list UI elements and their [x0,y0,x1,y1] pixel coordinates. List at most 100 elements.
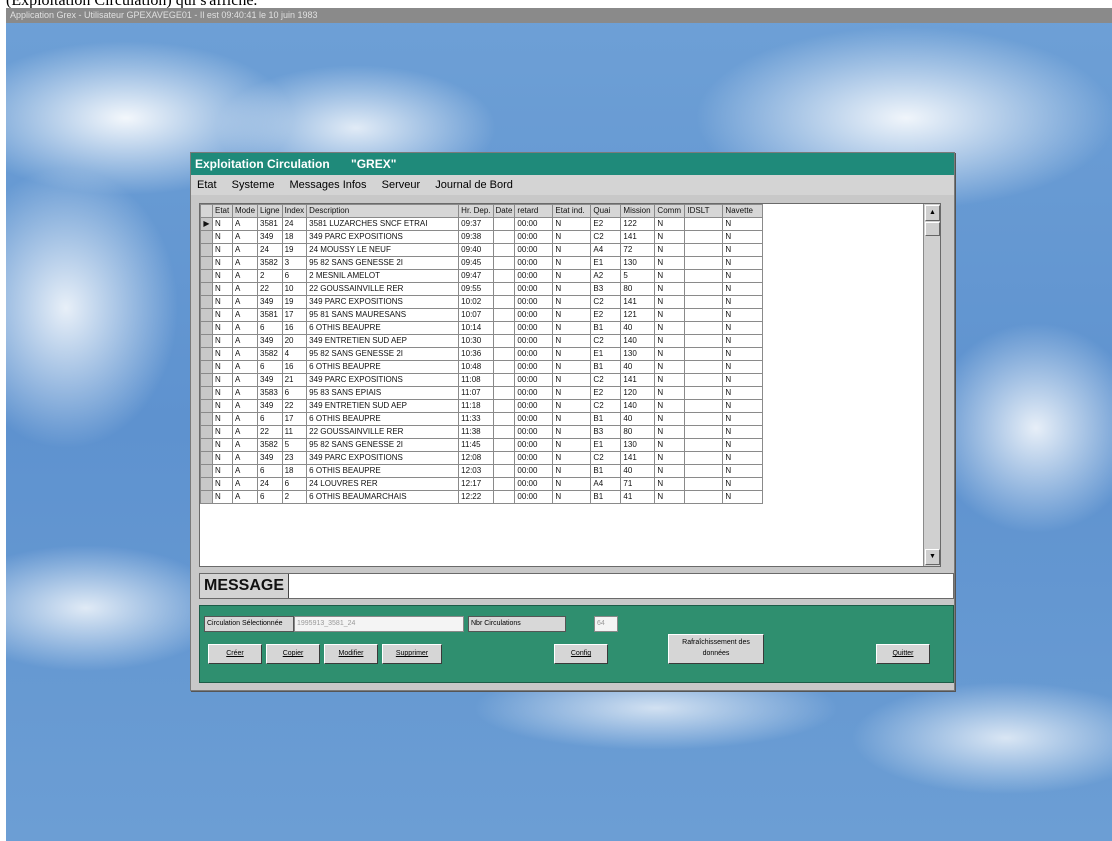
table-cell: N [654,243,686,257]
quit-button[interactable]: Quitter [876,644,930,664]
table-row[interactable]: N A 3583 6 95 83 SANS EPIAIS 11:07 00:00 N E2 120… [200,386,764,400]
column-header[interactable]: Index [281,204,308,218]
message-field[interactable] [292,574,953,598]
nb-circulations-field[interactable]: 64 [594,616,618,632]
selected-circulation-field[interactable]: 1995913_3581_24 [294,616,464,632]
table-cell: 00:00 [514,399,554,413]
scroll-up-arrow-icon[interactable]: ▲ [925,205,940,221]
row-selector[interactable] [200,425,213,439]
table-row[interactable]: N A 22 10 22 GOUSSAINVILLE RER 09:55 00:00 N B3 8… [200,282,764,296]
table-row[interactable]: N A 3582 5 95 82 SANS GENESSE 2I 11:45 00:00 N E… [200,438,764,452]
table-row[interactable]: N A 6 16 6 OTHIS BEAUPRE 10:14 00:00 N B1 40 N N [200,321,764,335]
table-row[interactable]: N A 24 6 24 LOUVRES RER 12:17 00:00 N A4 71 N N [200,477,764,491]
row-selector[interactable] [200,295,213,309]
table-row[interactable]: NA262 MESNIL AMELOT 09:47 00:00 N A2 5 N N [200,269,764,283]
table-cell: 3581 [257,308,283,322]
copy-button[interactable]: Copier [266,644,320,664]
scroll-thumb[interactable] [925,222,940,236]
window-titlebar[interactable]: Exploitation Circulation "GREX" [191,153,954,175]
table-row[interactable]: N A 6 16 6 OTHIS BEAUPRE 10:48 00:00 N B1 40 N N [200,360,764,374]
table-cell [492,438,516,452]
table-row[interactable]: ▶ N A 3581 24 3581 LUZARCHES SNCF ETRAI 09:37 0… [200,217,764,231]
column-header[interactable]: Comm [654,204,686,218]
row-selector[interactable] [200,373,213,387]
table-cell: 5 [620,269,656,283]
column-header[interactable]: Etat ind. [552,204,592,218]
column-header[interactable]: IDSLT [684,204,724,218]
table-row[interactable]: N A 349 20 349 ENTRETIEN SUD AEP 10:30 00:00 N C… [200,334,764,348]
table-row[interactable]: N A 3581 17 95 81 SANS MAURESANS 10:07 00:00 N E… [200,308,764,322]
table-cell: C2 [590,334,622,348]
message-label: MESSAGE [200,574,290,598]
current-row-arrow-icon[interactable]: ▶ [200,217,213,231]
table-cell: 00:00 [514,308,554,322]
column-header[interactable]: Quai [590,204,622,218]
scroll-down-arrow-icon[interactable]: ▼ [925,549,940,565]
table-cell [492,217,516,231]
column-header[interactable]: Description [306,204,460,218]
menu-item-etat[interactable]: Etat [191,179,223,191]
table-cell [684,334,724,348]
row-selector[interactable] [200,477,213,491]
table-row[interactable]: N A 6 18 6 OTHIS BEAUPRE 12:03 00:00 N B1 40 N N [200,464,764,478]
column-header[interactable]: Date [492,204,516,218]
menu-item-systeme[interactable]: Systeme [226,179,281,191]
row-selector[interactable] [200,360,213,374]
row-selector[interactable] [200,386,213,400]
row-selector[interactable] [200,256,213,270]
grid-vertical-scrollbar[interactable]: ▲ ▼ [923,204,940,566]
table-row[interactable]: N A 3582 4 95 82 SANS GENESSE 2I 10:36 00:00 N E… [200,347,764,361]
row-selector[interactable] [200,334,213,348]
config-button[interactable]: Config [554,644,608,664]
table-cell: 24 MOUSSY LE NEUF [306,243,460,257]
modify-button[interactable]: Modifier [324,644,378,664]
create-button[interactable]: Créer [208,644,262,664]
table-row[interactable]: N A 24 19 24 MOUSSY LE NEUF 09:40 00:00 N A4 72 N N [200,243,764,257]
table-row[interactable]: N A 349 23 349 PARC EXPOSITIONS 12:08 00:00 N C2… [200,451,764,465]
row-selector[interactable] [200,269,213,283]
table-cell: N [552,399,592,413]
table-cell [684,321,724,335]
column-header[interactable]: Mission [620,204,656,218]
row-selector[interactable] [200,282,213,296]
row-selector[interactable] [200,464,213,478]
table-cell: A [231,217,259,231]
row-selector[interactable] [200,347,213,361]
column-header[interactable]: Ligne [257,204,283,218]
table-cell: 17 [281,412,308,426]
table-row[interactable]: N A 6 17 6 OTHIS BEAUPRE 11:33 00:00 N B1 40 N N [200,412,764,426]
row-selector[interactable] [200,490,213,504]
row-selector[interactable] [200,308,213,322]
table-row[interactable]: N A 349 19 349 PARC EXPOSITIONS 10:02 00:00 N C2… [200,295,764,309]
table-row[interactable]: N A 349 21 349 PARC EXPOSITIONS 11:08 00:00 N C2… [200,373,764,387]
table-cell: A [231,464,259,478]
table-row[interactable]: NA626 OTHIS BEAUMARCHAIS 12:22 00:00 N B1 41 N… [200,490,764,504]
table-cell: N [722,282,764,296]
table-cell [684,295,724,309]
row-selector[interactable] [200,230,213,244]
column-header[interactable]: Hr. Dep. [458,204,494,218]
row-selector[interactable] [200,412,213,426]
column-header[interactable]: Etat [212,204,233,218]
table-cell [492,230,516,244]
table-row[interactable]: N A 22 11 22 GOUSSAINVILLE RER 11:38 00:00 N B3 8… [200,425,764,439]
column-header[interactable]: Mode [231,204,259,218]
app-window: Exploitation Circulation "GREX" Etat Sys… [190,152,955,691]
table-cell: 349 [257,230,283,244]
column-header[interactable]: Navette [722,204,764,218]
column-header[interactable]: retard [514,204,554,218]
row-selector[interactable] [200,438,213,452]
table-row[interactable]: N A 3582 3 95 82 SANS GENESSE 2I 09:45 00:00 N E… [200,256,764,270]
row-selector[interactable] [200,399,213,413]
table-row[interactable]: N A 349 22 349 ENTRETIEN SUD AEP 11:18 00:00 N C… [200,399,764,413]
row-selector[interactable] [200,243,213,257]
row-selector[interactable] [200,321,213,335]
menu-item-journal-de-bord[interactable]: Journal de Bord [429,179,519,191]
row-selector[interactable] [200,451,213,465]
table-cell: N [212,373,233,387]
menu-item-serveur[interactable]: Serveur [376,179,427,191]
menu-item-messages-infos[interactable]: Messages Infos [284,179,373,191]
refresh-data-button[interactable]: Rafraîchissement des données [668,634,764,664]
delete-button[interactable]: Supprimer [382,644,442,664]
table-row[interactable]: N A 349 18 349 PARC EXPOSITIONS 09:38 00:00 N C2… [200,230,764,244]
